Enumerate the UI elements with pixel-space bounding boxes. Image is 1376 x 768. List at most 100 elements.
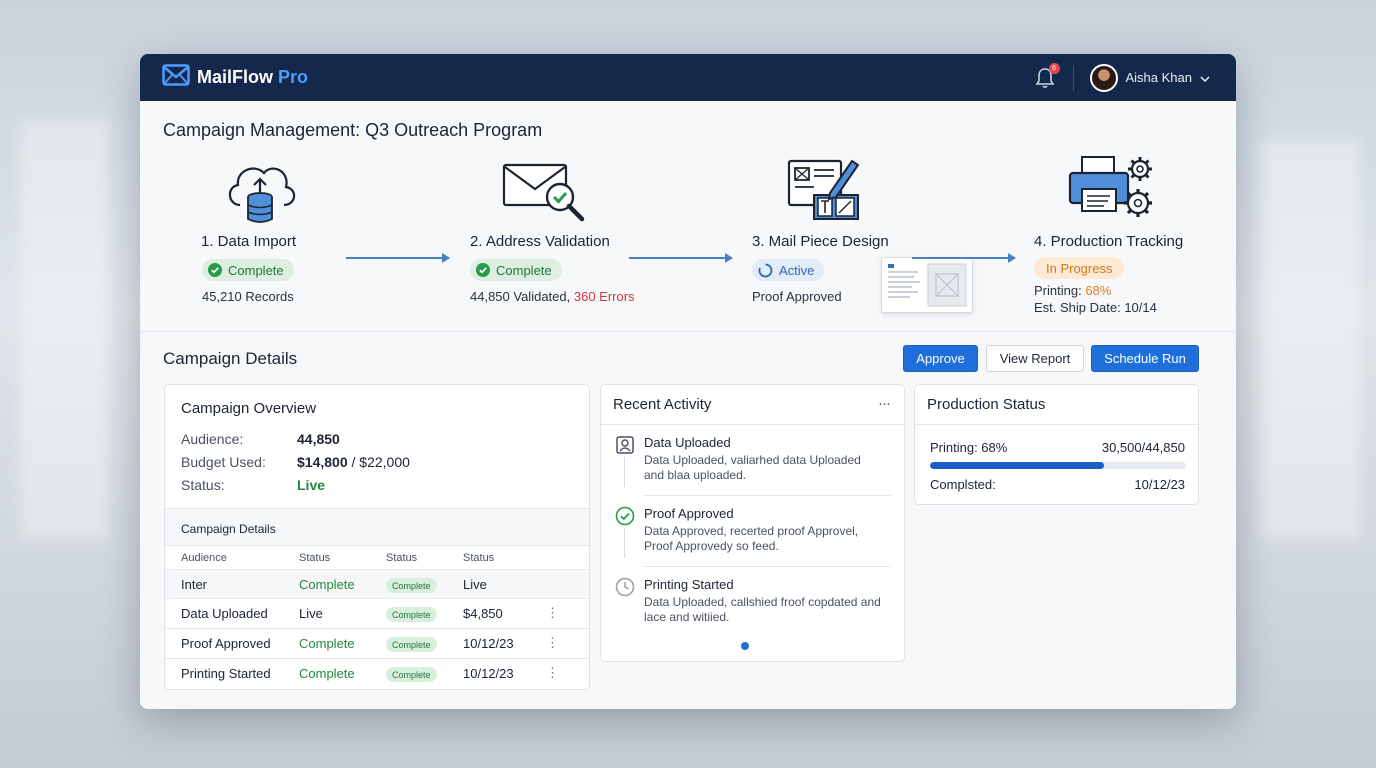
notification-badge: 6: [1048, 62, 1060, 74]
budget-value: $14,800 / $22,000: [297, 454, 410, 470]
error-count: 360 Errors: [573, 289, 635, 304]
row-status: Complete: [299, 636, 355, 651]
activity-item[interactable]: Data Uploaded Data Uploaded, valiarhed d…: [615, 435, 891, 497]
status-pill: Complete: [386, 637, 437, 652]
printer-gears-icon: [1068, 153, 1158, 228]
user-upload-icon: [615, 435, 635, 455]
card-title: Recent Activity: [613, 396, 712, 413]
audience-value: 44,850: [297, 431, 340, 447]
stage-title: 2. Address Validation: [470, 233, 610, 250]
envelope-search-icon: [502, 161, 586, 228]
spinner-icon: [758, 263, 773, 277]
check-circle-icon: [208, 263, 222, 277]
status-badge: Active: [752, 259, 825, 281]
divider: [644, 566, 891, 567]
row-menu-icon[interactable]: ⋮: [546, 606, 559, 620]
completed-date: 10/12/23: [1134, 477, 1185, 492]
stage-detail: 44,850 Validated, 360 Errors: [470, 289, 635, 304]
chevron-down-icon: [1200, 70, 1210, 85]
divider: [644, 495, 891, 496]
stage-title: 4. Production Tracking: [1034, 233, 1184, 250]
campaign-overview-card: Campaign Overview Audience: 44,850 Budge…: [164, 384, 590, 690]
column-header[interactable]: Status: [463, 552, 494, 564]
row-name: Proof Approved: [181, 636, 271, 651]
card-title: Production Status: [927, 396, 1046, 413]
background-window: [1260, 140, 1360, 540]
status-pill: Complete: [386, 578, 437, 593]
printing-percent: 68%: [1085, 283, 1112, 298]
campaign-pipeline: 1. Data Import Complete 45,210 Records 2…: [140, 149, 1236, 334]
row-value: 10/12/23: [463, 636, 514, 651]
activity-description: Data Uploaded, valiarhed data Uploaded a…: [644, 453, 861, 482]
production-status-card: Production Status Printing: 68% 30,500/4…: [914, 384, 1199, 505]
cloud-database-icon: [222, 157, 300, 230]
stage-detail: 45,210 Records: [202, 289, 294, 304]
progress-bar: [930, 462, 1186, 469]
activity-title: Printing Started: [644, 577, 734, 592]
logo[interactable]: MailFlow Pro: [162, 64, 308, 91]
row-value: 10/12/23: [463, 666, 514, 681]
check-circle-icon: [476, 263, 490, 277]
row-name: Data Uploaded: [181, 606, 268, 621]
status-label: Status:: [181, 477, 225, 493]
card-header: Recent Activity ···: [601, 385, 904, 425]
table-row[interactable]: Proof Approved Complete Complete 10/12/2…: [165, 628, 589, 658]
ship-date: Est. Ship Date: 10/14: [1034, 300, 1157, 315]
activity-title: Data Uploaded: [644, 435, 731, 450]
activity-item[interactable]: Printing Started Data Uploaded, callshie…: [615, 577, 891, 639]
row-menu-icon[interactable]: ⋮: [546, 636, 559, 650]
user-name: Aisha Khan: [1125, 70, 1193, 85]
view-report-button[interactable]: View Report: [986, 345, 1084, 372]
stage-detail: Proof Approved: [752, 289, 842, 304]
card-title: Campaign Overview: [181, 400, 317, 417]
activity-description: Data Uploaded, callshied froof copdated …: [644, 595, 881, 624]
pipeline-arrow: [629, 253, 733, 263]
table-row[interactable]: Inter Complete Complete Live: [165, 569, 589, 599]
status-badge: In Progress: [1034, 257, 1125, 279]
activity-title: Proof Approved: [644, 506, 734, 521]
status-pill: Complete: [386, 667, 437, 682]
stage-detail: Printing: 68%: [1034, 283, 1112, 298]
avatar: [1089, 63, 1118, 92]
table-row[interactable]: Printing Started Complete Complete 10/12…: [165, 658, 589, 688]
app-window: MailFlow Pro 6 Aisha Khan Campaign Manag…: [140, 54, 1236, 709]
status-badge: Complete: [470, 259, 562, 281]
design-pencil-icon: [786, 153, 862, 228]
timeline-connector: [624, 457, 625, 487]
row-menu-icon[interactable]: ⋮: [546, 666, 559, 680]
budget-label: Budget Used:: [181, 454, 266, 470]
activity-description: Data Approved, recerted proof Approvel, …: [644, 524, 859, 553]
printing-label: Printing: 68%: [930, 440, 1008, 455]
more-options-icon[interactable]: ···: [878, 395, 891, 412]
page-title: Campaign Management: Q3 Outreach Program: [163, 120, 543, 140]
top-bar: MailFlow Pro 6 Aisha Khan: [140, 54, 1236, 101]
row-status: Complete: [299, 577, 355, 592]
user-menu[interactable]: Aisha Khan: [1089, 63, 1211, 92]
row-name: Inter: [181, 577, 208, 592]
completed-label: Complsted:: [930, 477, 996, 492]
pagination-dot[interactable]: [741, 642, 749, 650]
row-value: Live: [463, 577, 487, 592]
row-status: Live: [299, 606, 323, 621]
clock-icon: [615, 577, 635, 597]
column-header[interactable]: Audience: [181, 552, 227, 564]
column-header[interactable]: Status: [299, 552, 330, 564]
check-circle-icon: [615, 506, 635, 526]
section-title: Campaign Details: [163, 349, 298, 368]
row-value: $4,850: [463, 606, 503, 621]
divider: [140, 331, 1236, 332]
proof-thumbnail[interactable]: [881, 257, 973, 313]
column-header[interactable]: Status: [386, 552, 417, 564]
table-section-header: Campaign Details: [165, 508, 589, 546]
pipeline-arrow: [912, 253, 1016, 263]
activity-item[interactable]: Proof Approved Data Approved, recerted p…: [615, 506, 891, 568]
approve-button[interactable]: Approve: [903, 345, 978, 372]
table-row[interactable]: Data Uploaded Live Complete $4,850 ⋮: [165, 598, 589, 628]
schedule-run-button[interactable]: Schedule Run: [1091, 345, 1199, 372]
proof-preview-icon: [888, 263, 967, 307]
status-value: Live: [297, 477, 326, 493]
row-status: Complete: [299, 666, 355, 681]
progress-fill: [930, 462, 1105, 469]
notifications-button[interactable]: 6: [1035, 62, 1060, 89]
background-window: [20, 120, 110, 540]
